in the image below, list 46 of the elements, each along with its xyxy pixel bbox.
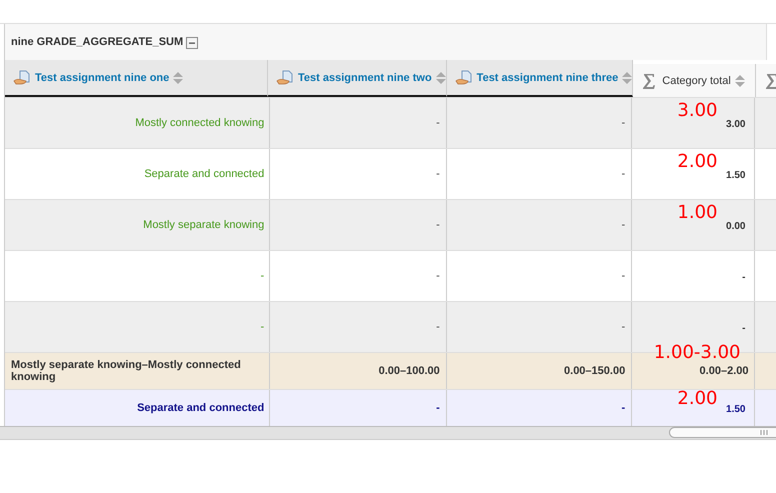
sort-icon[interactable]: [173, 72, 184, 84]
annotation-text: 1.00-3.00: [654, 342, 740, 363]
scrollbar-thumb[interactable]: [669, 427, 776, 438]
assignment-icon: [276, 70, 294, 86]
sigma-icon: [643, 72, 656, 88]
table-cell: -: [436, 219, 440, 231]
sigma-icon: [766, 72, 776, 88]
annotation-text: 2.00: [677, 151, 718, 172]
collapse-icon[interactable]: [186, 37, 198, 49]
table-cell: Separate and connected: [137, 402, 264, 414]
table-cell: -: [742, 272, 746, 283]
table-cell: 1.50: [726, 170, 746, 181]
table-cell: 0.00: [726, 221, 746, 232]
table-cell-text: Mostly separate knowing–Mostly connected knowing: [11, 359, 242, 383]
annotation-text: 3.00: [677, 100, 718, 121]
table-cell: -: [436, 270, 440, 282]
table-cell: 0.00–150.00: [564, 365, 626, 377]
table-cell: -: [621, 117, 626, 129]
table-cell: -: [621, 219, 626, 231]
table-cell: -: [621, 168, 626, 180]
table-cell: -: [621, 402, 626, 414]
table-cell: -: [436, 168, 440, 180]
sort-icon[interactable]: [734, 74, 745, 86]
table-cell: -: [742, 323, 746, 334]
column-header: Category total: [662, 74, 731, 86]
assignment-icon: [454, 70, 473, 86]
annotation-text: 2.00: [677, 388, 718, 409]
table-cell: Mostly connected knowing: [135, 117, 264, 129]
table-cell: 0.00–2.00: [700, 365, 748, 377]
table-cell: 1.50: [726, 404, 746, 415]
table-cell: Separate and connected: [144, 168, 264, 180]
table-cell: 0.00–100.00: [378, 365, 440, 377]
table-cell: -: [436, 321, 440, 333]
table-cell: -: [260, 321, 264, 333]
table-cell: -: [436, 117, 440, 129]
table-cell: Mostly separate knowing: [143, 219, 264, 231]
table-cell: 3.00: [726, 119, 746, 130]
horizontal-scrollbar[interactable]: [0, 426, 776, 440]
table-cell: -: [436, 402, 440, 414]
annotation-text: 1.00: [677, 202, 718, 223]
assignment-icon: [13, 70, 31, 86]
column-header-link[interactable]: Test assignment nine one: [35, 72, 170, 84]
table-cell: -: [621, 270, 626, 282]
table-cell: -: [621, 321, 626, 333]
table-cell: -: [260, 270, 264, 282]
category-title: nine GRADE_AGGREGATE_SUM: [11, 36, 184, 48]
